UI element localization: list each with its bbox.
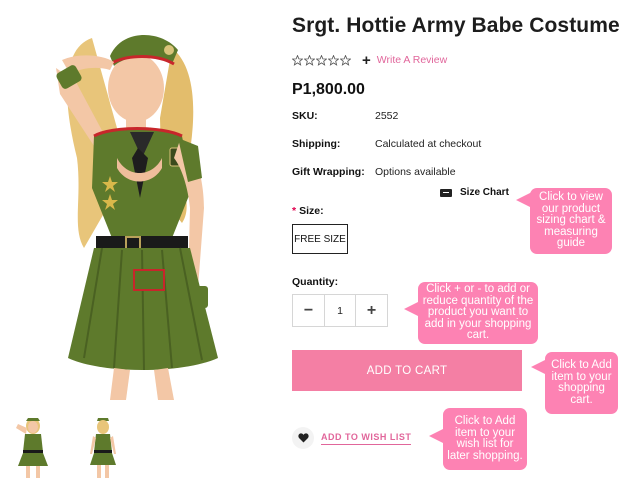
quantity-increase-button[interactable]: +	[356, 295, 387, 326]
star-icon	[292, 54, 303, 66]
callout-arrow-icon	[531, 359, 547, 375]
product-price: P1,800.00	[292, 81, 365, 98]
sku-label: SKU:	[292, 110, 318, 122]
size-option-free-size[interactable]: FREE SIZE	[292, 224, 348, 254]
star-icon	[328, 54, 339, 66]
quantity-decrease-button[interactable]: −	[293, 295, 324, 326]
quantity-callout-text: Click + or - to add or reduce quantity o…	[422, 283, 534, 342]
callout-arrow-icon	[429, 428, 445, 444]
shipping-value: Calculated at checkout	[375, 138, 482, 150]
size-label-text: Size:	[299, 205, 324, 217]
required-marker: *	[292, 205, 297, 217]
quantity-callout: Click + or - to add or reduce quantity o…	[404, 282, 538, 344]
add-to-cart-callout-text: Click to Add item to your shopping cart.	[551, 359, 612, 406]
wishlist-callout: Click to Add item to your wish list for …	[429, 408, 527, 470]
star-icon	[340, 54, 351, 66]
heart-icon	[292, 427, 314, 449]
add-to-wishlist-link[interactable]: ADD TO WISH LIST	[292, 427, 412, 449]
product-title: Srgt. Hottie Army Babe Costume	[292, 14, 620, 37]
gift-wrapping-label: Gift Wrapping:	[292, 166, 365, 178]
ruler-icon	[440, 188, 452, 197]
quantity-input[interactable]: 1	[324, 295, 356, 326]
callout-arrow-icon	[404, 301, 420, 317]
star-icon	[304, 54, 315, 66]
rating-row: + Write A Review	[292, 51, 447, 69]
wishlist-callout-text: Click to Add item to your wish list for …	[447, 415, 523, 462]
plus-icon: +	[362, 51, 371, 69]
add-to-wishlist-label: ADD TO WISH LIST	[321, 432, 412, 445]
shipping-label: Shipping:	[292, 138, 341, 150]
size-chart-callout: Click to view our product sizing chart &…	[516, 188, 612, 254]
callout-arrow-icon	[516, 192, 532, 208]
gift-wrapping-value: Options available	[375, 166, 456, 178]
product-thumbnail-front[interactable]	[10, 414, 56, 480]
add-to-cart-button[interactable]: ADD TO CART	[292, 350, 522, 391]
product-main-image	[56, 34, 218, 400]
size-chart-link[interactable]: Size Chart	[440, 187, 509, 198]
quantity-label: Quantity:	[292, 276, 339, 288]
size-label: * Size:	[292, 205, 324, 217]
size-chart-label: Size Chart	[460, 187, 509, 198]
add-to-cart-callout: Click to Add item to your shopping cart.	[531, 352, 618, 414]
write-review-link[interactable]: Write A Review	[377, 54, 447, 66]
quantity-stepper: − 1 +	[292, 294, 388, 327]
star-icon	[316, 54, 327, 66]
size-chart-callout-text: Click to view our product sizing chart &…	[536, 191, 606, 250]
sku-value: 2552	[375, 110, 399, 122]
product-thumbnail-back[interactable]	[80, 414, 126, 480]
